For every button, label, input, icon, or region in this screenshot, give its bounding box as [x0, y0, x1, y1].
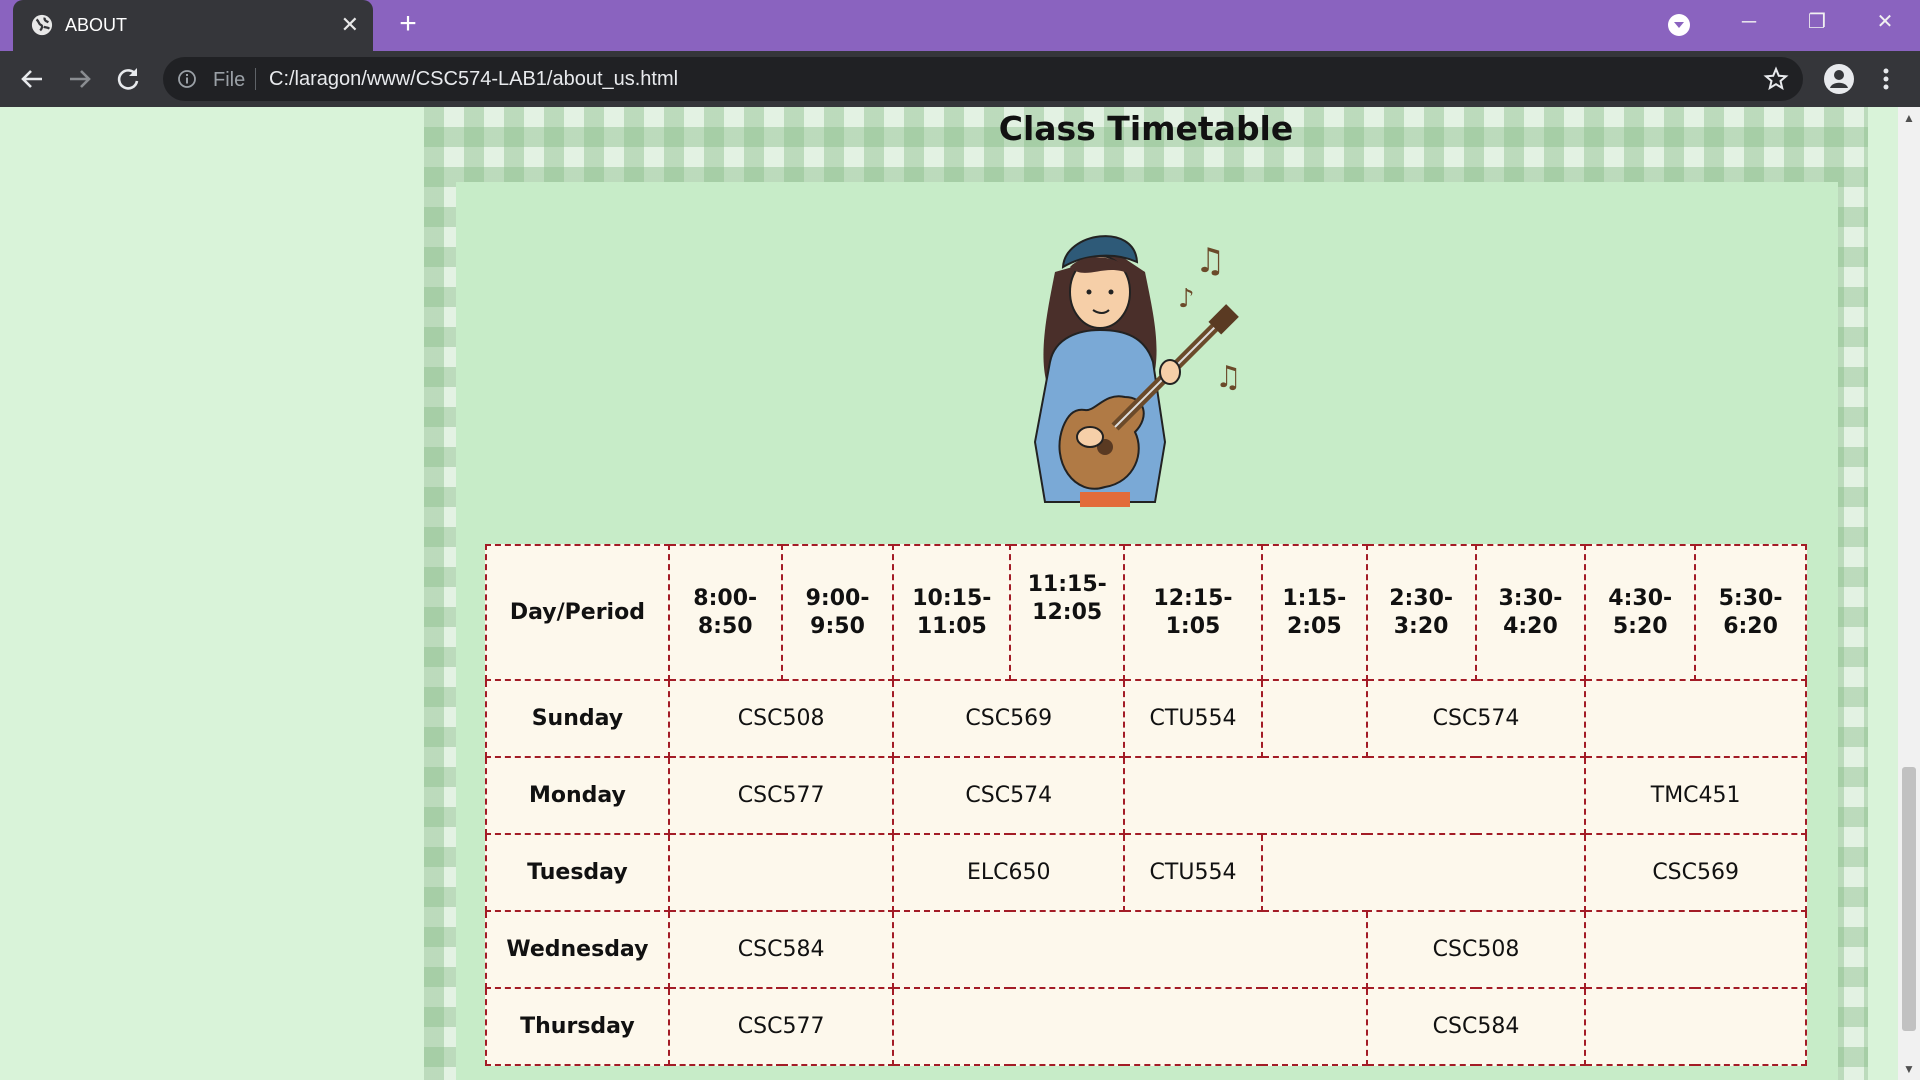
course-cell: CSC584 [1365, 987, 1587, 1066]
header-period: 12:15- 1:05 [1123, 544, 1263, 681]
empty-cell [1260, 833, 1587, 912]
table-row-monday: Monday CSC577 CSC574 TMC451 [485, 756, 1807, 835]
empty-cell [1260, 679, 1368, 758]
course-cell: CSC577 [667, 987, 895, 1066]
course-cell: CSC584 [667, 910, 895, 989]
day-cell: Monday [485, 756, 670, 835]
url-text[interactable]: C:/laragon/www/CSC574-LAB1/about_us.html [269, 68, 678, 91]
course-cell: CSC574 [892, 756, 1126, 835]
restore-button[interactable]: ❐ [1788, 0, 1846, 51]
forward-arrow-icon[interactable] [64, 63, 96, 95]
girl-playing-ukulele-illustration: ♫ ♪ ♫ [1033, 235, 1242, 507]
more-menu-icon[interactable] [1876, 63, 1896, 95]
svg-text:♪: ♪ [1178, 284, 1195, 314]
empty-cell [892, 910, 1368, 989]
empty-cell [1584, 910, 1807, 989]
browser-tab[interactable]: ABOUT ✕ [13, 0, 373, 51]
header-period: 4:30- 5:20 [1584, 544, 1697, 681]
table-row-wednesday: Wednesday CSC584 CSC508 [485, 910, 1807, 989]
back-arrow-icon[interactable] [16, 63, 48, 95]
header-period: 1:15- 2:05 [1260, 544, 1368, 681]
svg-text:♫: ♫ [1195, 241, 1225, 281]
day-cell: Tuesday [485, 833, 670, 912]
table-row-tuesday: Tuesday ELC650 CTU554 CSC569 [485, 833, 1807, 912]
course-cell: CSC574 [1365, 679, 1587, 758]
scroll-up-arrow-icon[interactable]: ▲ [1898, 109, 1920, 127]
course-cell: CSC569 [892, 679, 1126, 758]
header-period: 9:00- 9:50 [780, 544, 895, 681]
table-header-row: Day/Period 8:00- 8:50 9:00- 9:50 10:15- 11:… [485, 544, 1807, 681]
globe-icon [31, 14, 53, 36]
scheme-label: File [213, 69, 246, 91]
reload-icon[interactable] [112, 63, 144, 95]
page-scrollbar[interactable]: ▲ ▼ [1898, 107, 1920, 1080]
page-viewport: Class Timetable ♫ ♪ ♫ Day/Period 8:00- 8… [0, 107, 1898, 1080]
class-timetable: Day/Period 8:00- 8:50 9:00- 9:50 10:15- 11:… [485, 544, 1807, 1066]
address-bar[interactable]: File C:/laragon/www/CSC574-LAB1/about_us… [163, 57, 1803, 101]
profile-avatar-icon[interactable] [1823, 63, 1855, 95]
tab-title: ABOUT [65, 15, 128, 35]
header-period: 8:00- 8:50 [667, 544, 783, 681]
table-row-sunday: Sunday CSC508 CSC569 CTU554 CSC574 [485, 679, 1807, 758]
day-cell: Wednesday [485, 910, 670, 989]
header-day-period: Day/Period [485, 544, 670, 681]
empty-cell [1584, 679, 1807, 758]
empty-cell [1584, 987, 1807, 1066]
day-cell: Thursday [485, 987, 670, 1066]
browser-titlebar: ABOUT ✕ + ─ ❐ ✕ [0, 0, 1920, 51]
header-period: 10:15- 11:05 [892, 544, 1012, 681]
empty-cell [667, 833, 895, 912]
minimize-button[interactable]: ─ [1720, 0, 1778, 51]
new-tab-button[interactable]: + [392, 9, 424, 41]
header-period: 2:30- 3:20 [1365, 544, 1477, 681]
tab-search-icon[interactable] [1668, 14, 1690, 36]
header-period: 3:30- 4:20 [1474, 544, 1587, 681]
course-cell: CTU554 [1123, 833, 1263, 912]
course-cell: CSC508 [667, 679, 895, 758]
course-cell: CSC577 [667, 756, 895, 835]
omnibox-separator [255, 68, 256, 90]
day-cell: Sunday [485, 679, 670, 758]
empty-cell [892, 987, 1368, 1066]
table-row-thursday: Thursday CSC577 CSC584 [485, 987, 1807, 1066]
course-cell: CTU554 [1123, 679, 1263, 758]
course-cell: CSC569 [1584, 833, 1807, 912]
svg-text:♫: ♫ [1215, 360, 1242, 395]
bookmark-star-icon[interactable] [1763, 66, 1789, 92]
info-icon[interactable] [177, 69, 197, 89]
course-cell: TMC451 [1584, 756, 1807, 835]
tab-close-icon[interactable]: ✕ [341, 12, 359, 38]
close-window-button[interactable]: ✕ [1856, 0, 1914, 51]
scroll-down-arrow-icon[interactable]: ▼ [1898, 1060, 1920, 1078]
scrollbar-thumb[interactable] [1902, 767, 1916, 1031]
course-cell: CSC508 [1365, 910, 1587, 989]
course-cell: ELC650 [892, 833, 1126, 912]
page-title: Class Timetable [998, 109, 1294, 148]
empty-cell [1123, 756, 1587, 835]
header-period: 11:15- 12:05 [1009, 544, 1126, 681]
header-period: 5:30- 6:20 [1694, 544, 1807, 681]
browser-toolbar: File C:/laragon/www/CSC574-LAB1/about_us… [0, 51, 1920, 107]
